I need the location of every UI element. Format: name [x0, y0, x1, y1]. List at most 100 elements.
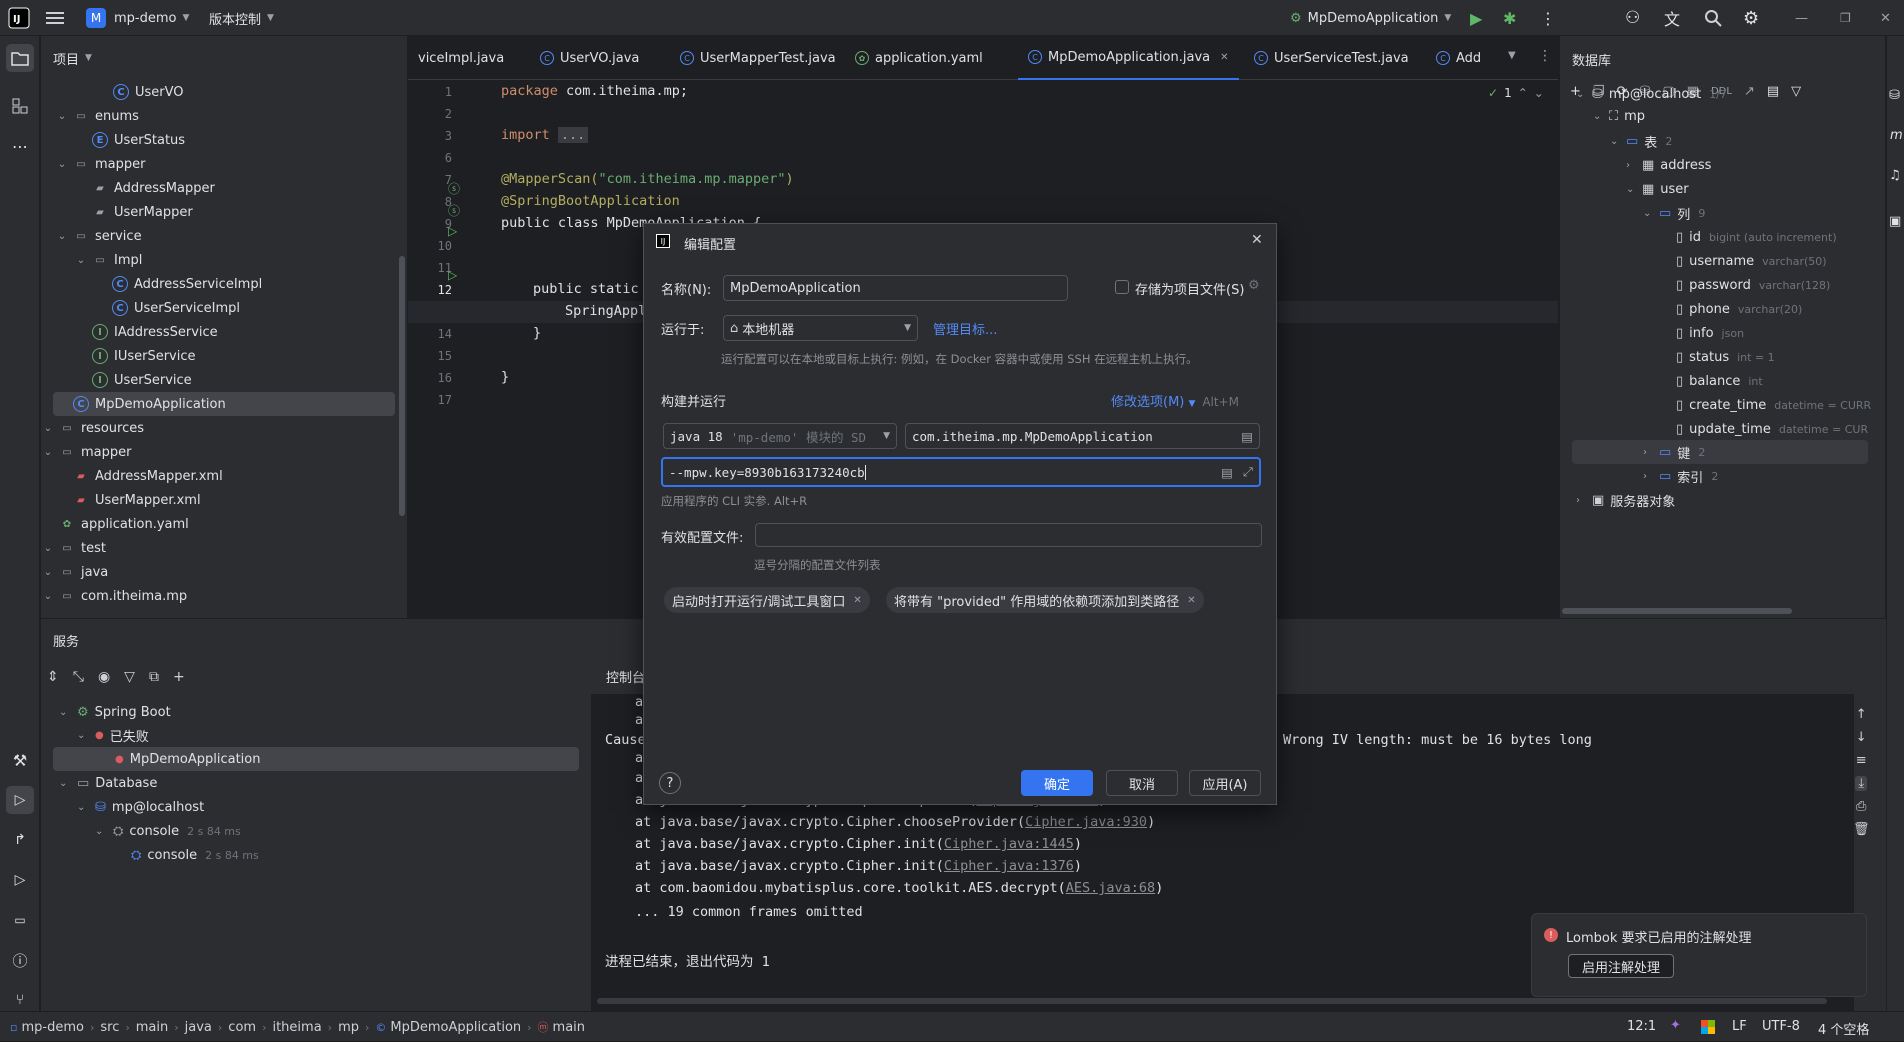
bean-icon[interactable]: ⓢ	[448, 202, 460, 219]
editor-tab[interactable]: ✿ application.yaml	[845, 36, 993, 80]
line-separator[interactable]: LF	[1732, 1019, 1747, 1034]
bean-icon[interactable]: ⓢ	[448, 180, 460, 197]
code-line-3[interactable]: import ...	[501, 127, 589, 143]
db-tree-item[interactable]: ▯ status int = 1	[1560, 345, 1880, 369]
inspection-widget[interactable]: ✓ 1 ⌃ ⌄	[1488, 86, 1544, 100]
database-tool-icon[interactable]: ⛁	[1889, 88, 1900, 103]
chevron-down-icon[interactable]: ⌄	[77, 802, 91, 813]
db-tree-item[interactable]: ▯ username varchar(50)	[1560, 249, 1880, 273]
project-panel-header[interactable]: 项目 ▼	[53, 36, 92, 80]
db-tree-item[interactable]: ⌄ ▭ 列 9	[1560, 201, 1880, 225]
chevron-right-icon[interactable]: ›	[1643, 471, 1655, 482]
soft-wrap-icon[interactable]: ≡	[1856, 753, 1867, 768]
console-hscrollbar[interactable]	[597, 998, 1827, 1004]
chevron-down-icon[interactable]: ⌄	[77, 730, 91, 741]
tree-item[interactable]: ⌄ ▭ java	[41, 560, 407, 584]
service-tree-item[interactable]: ⌄ ▭ Database	[41, 771, 581, 795]
vcs-menu[interactable]: 版本控制 ▼	[209, 0, 274, 36]
scroll-to-end-icon[interactable]: ⤓	[1855, 776, 1868, 791]
close-icon[interactable]: ✕	[1251, 232, 1263, 248]
tree-item[interactable]: ▰ UserMapper	[41, 200, 407, 224]
service-tree-item[interactable]: ⌄ ● 已失败	[41, 723, 581, 747]
db-tree-item[interactable]: ▯ info json	[1560, 321, 1880, 345]
main-class-field[interactable]: com.itheima.mp.MpDemoApplication ▤	[905, 423, 1260, 449]
minimize-icon[interactable]: —	[1795, 0, 1808, 36]
remove-chip-icon[interactable]: ✕	[853, 595, 861, 606]
db-tree-item[interactable]: ⌄ ⛁ mp@localhost 1/7	[1560, 82, 1880, 106]
git-log-icon[interactable]: ↱	[6, 826, 34, 854]
code-line-8[interactable]: @SpringBootApplication	[501, 193, 680, 209]
filter-icon[interactable]: ▽	[124, 669, 135, 685]
remove-chip-icon[interactable]: ✕	[1187, 595, 1195, 606]
chevron-down-icon[interactable]: ⌄	[1626, 184, 1638, 195]
breadcrumb-item[interactable]: src	[100, 1020, 119, 1035]
modify-options-link[interactable]: 修改选项(M) ▼ Alt+M	[1111, 391, 1239, 410]
chevron-down-icon[interactable]: ⌄	[1643, 208, 1655, 219]
service-tree-item[interactable]: ⌄ ⛁ mp@localhost	[41, 795, 581, 819]
indent-setting[interactable]: 4 个空格	[1818, 1019, 1869, 1038]
debug-icon[interactable]: ✱	[1503, 0, 1516, 36]
insert-macro-icon[interactable]: ▤	[1221, 465, 1233, 480]
program-arguments-input[interactable]: --mpw.key=8930b163173240cb ▤ ⤢	[661, 457, 1261, 487]
service-tree-item[interactable]: ⌄ ⚙ Spring Boot	[41, 700, 581, 724]
help-button[interactable]: ?	[659, 772, 681, 794]
git-tool-icon[interactable]: ⑂	[6, 986, 34, 1014]
option-chip-provided-scope[interactable]: 将带有 "provided" 作用域的依赖项添加到类路径 ✕	[886, 587, 1204, 613]
db-tree-item[interactable]: ⌄ ▭ 表 2	[1560, 129, 1880, 153]
close-tab-icon[interactable]: ✕	[1220, 52, 1228, 63]
more-tools-icon[interactable]: ⋯	[6, 132, 34, 160]
frame-source-link[interactable]: Cipher.java:930	[1025, 814, 1147, 830]
service-tree-item[interactable]: ● MpDemoApplication	[53, 747, 579, 771]
ai-tool-icon[interactable]: ▣	[1889, 214, 1901, 229]
db-tree-item[interactable]: ▯ balance int	[1560, 369, 1880, 393]
chevron-down-icon[interactable]: ⌄	[41, 567, 55, 578]
code-line-1[interactable]: package com.itheima.mp;	[501, 83, 688, 99]
file-encoding[interactable]: UTF-8	[1762, 1019, 1800, 1034]
chevron-down-icon[interactable]: ⌄	[74, 255, 88, 266]
project-scrollbar[interactable]	[399, 256, 405, 516]
terminal-tool-icon[interactable]: ▭	[6, 906, 34, 934]
tabs-more-icon[interactable]: ⋮	[1538, 48, 1552, 64]
tree-item[interactable]: C UserVO	[41, 80, 407, 104]
db-tree-item[interactable]: ▯ update_time datetime = CUR	[1560, 417, 1880, 441]
project-tool-icon[interactable]	[6, 44, 34, 72]
editor-tab[interactable]: C UserMapperTest.java	[670, 36, 846, 80]
chevron-right-icon[interactable]: ›	[1626, 160, 1638, 171]
breadcrumb-item[interactable]: com	[228, 1020, 256, 1035]
db-tree-item[interactable]: ▯ phone varchar(20)	[1560, 297, 1880, 321]
db-tree-item[interactable]: ▯ id bigint (auto increment)	[1560, 225, 1880, 249]
apply-button[interactable]: 应用(A)	[1189, 770, 1261, 796]
tree-item[interactable]: ✿ application.yaml	[41, 512, 407, 536]
ai-icon[interactable]: ✦	[1670, 1018, 1681, 1033]
chevron-down-icon[interactable]: ⌄	[95, 826, 109, 837]
breadcrumb-item[interactable]: itheima	[272, 1020, 321, 1035]
settings-gear-icon[interactable]: ⚙	[1743, 0, 1759, 36]
tree-item[interactable]: ⌄ ▭ mapper	[41, 152, 407, 176]
close-window-icon[interactable]: ✕	[1880, 0, 1891, 36]
browse-icon[interactable]: ▤	[1241, 429, 1253, 444]
editor-tab[interactable]: C UserServiceTest.java	[1244, 36, 1419, 80]
tree-item[interactable]: C AddressServiceImpl	[41, 272, 407, 296]
name-input[interactable]: MpDemoApplication	[723, 275, 1068, 301]
breadcrumb-item[interactable]: ⓜ main	[538, 1019, 585, 1035]
frame-source-link[interactable]: Cipher.java:1445	[944, 836, 1074, 852]
option-chip-open-tool-window[interactable]: 启动时打开运行/调试工具窗口 ✕	[664, 587, 870, 613]
editor-tab[interactable]: C Add	[1426, 36, 1491, 80]
tree-item[interactable]: C MpDemoApplication	[53, 392, 395, 416]
run-gutter-icon[interactable]: ▷	[448, 224, 457, 238]
db-tree-item[interactable]: › ▭ 键 2	[1572, 440, 1868, 464]
tree-item[interactable]: ▰ AddressMapper	[41, 176, 407, 200]
db-tree-item[interactable]: ▯ create_time datetime = CURR	[1560, 393, 1880, 417]
editor-tab[interactable]: C MpDemoApplication.java ✕	[1018, 36, 1239, 80]
chevron-down-icon[interactable]: ⌄	[41, 447, 55, 458]
tree-item[interactable]: ⌄ ▭ mapper	[41, 440, 407, 464]
chevron-right-icon[interactable]: ›	[1643, 447, 1655, 458]
chevron-down-icon[interactable]: ⌄	[41, 423, 55, 434]
chevron-down-icon[interactable]: ⌄	[1610, 136, 1622, 147]
breadcrumb-item[interactable]: mp	[338, 1020, 359, 1035]
db-tree-item[interactable]: ⌄ ▦ user	[1560, 177, 1880, 201]
enable-annotation-button[interactable]: 启用注解处理	[1568, 954, 1674, 978]
add-service-icon[interactable]: +	[173, 669, 185, 685]
db-tree-item[interactable]: › ▭ 索引 2	[1560, 464, 1880, 488]
print-icon[interactable]: ⎙	[1856, 799, 1866, 814]
